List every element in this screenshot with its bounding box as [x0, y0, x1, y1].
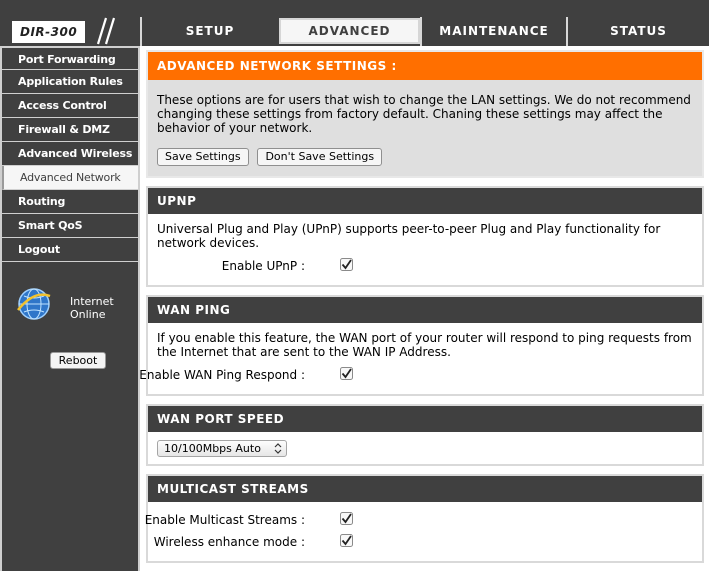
- section-title: UPNP: [148, 188, 702, 214]
- main-content: ADVANCED NETWORK SETTINGS : These option…: [139, 50, 704, 571]
- tab-setup[interactable]: SETUP: [142, 17, 278, 46]
- sidebar: Port Forwarding Application Rules Access…: [0, 46, 140, 571]
- sidebar-item-port-forwarding[interactable]: Port Forwarding: [2, 46, 138, 70]
- enable-wan-ping-checkbox[interactable]: [340, 367, 353, 380]
- section-description: Universal Plug and Play (UPnP) supports …: [157, 222, 661, 250]
- internet-status: Internet Online: [70, 295, 114, 321]
- dont-save-settings-button[interactable]: Don't Save Settings: [257, 148, 383, 166]
- tab-status[interactable]: STATUS: [568, 17, 709, 46]
- upnp-section: UPNP Universal Plug and Play (UPnP) supp…: [146, 186, 704, 287]
- sidebar-item-firewall-dmz[interactable]: Firewall & DMZ: [2, 118, 138, 142]
- section-description: If you enable this feature, the WAN port…: [157, 331, 692, 359]
- sidebar-item-advanced-network[interactable]: Advanced Network: [2, 166, 138, 190]
- panel-title: ADVANCED NETWORK SETTINGS :: [148, 52, 702, 80]
- sidebar-item-smart-qos[interactable]: Smart QoS: [2, 214, 138, 238]
- tab-maintenance[interactable]: MAINTENANCE: [422, 17, 566, 46]
- wan-port-speed-section: WAN PORT SPEED 10/100Mbps Auto: [146, 404, 704, 466]
- top-navigation-bar: DIR-300 SETUP ADVANCED MAINTENANCE STATU…: [0, 0, 709, 46]
- advanced-network-settings-panel: ADVANCED NETWORK SETTINGS : These option…: [146, 50, 704, 178]
- enable-multicast-checkbox[interactable]: [340, 512, 353, 525]
- wireless-enhance-label: Wireless enhance mode :: [153, 535, 305, 549]
- multicast-streams-section: MULTICAST STREAMS Enable Multicast Strea…: [144, 474, 704, 563]
- tab-advanced[interactable]: ADVANCED: [279, 18, 420, 44]
- wireless-enhance-checkbox[interactable]: [340, 534, 353, 547]
- select-value: 10/100Mbps Auto: [164, 442, 261, 455]
- internet-status-label: Internet: [70, 295, 114, 308]
- section-title: WAN PING: [148, 297, 702, 323]
- brand-logo: DIR-300: [10, 17, 128, 46]
- sidebar-item-application-rules[interactable]: Application Rules: [2, 70, 138, 94]
- sidebar-item-advanced-wireless[interactable]: Advanced Wireless: [2, 142, 138, 166]
- section-title: MULTICAST STREAMS: [148, 476, 702, 502]
- wan-ping-section: WAN PING If you enable this feature, the…: [139, 295, 704, 396]
- enable-wan-ping-label: Enable WAN Ping Respond :: [139, 368, 305, 382]
- sidebar-item-access-control[interactable]: Access Control: [2, 94, 138, 118]
- model-name: DIR-300: [12, 21, 85, 43]
- section-title: WAN PORT SPEED: [148, 406, 702, 432]
- enable-multicast-label: Enable Multicast Streams :: [144, 513, 305, 527]
- sidebar-item-logout[interactable]: Logout: [2, 238, 138, 262]
- save-settings-button[interactable]: Save Settings: [157, 148, 249, 166]
- wan-port-speed-select[interactable]: 10/100Mbps Auto: [157, 440, 287, 457]
- internet-globe-icon: [17, 288, 51, 320]
- sidebar-item-routing[interactable]: Routing: [2, 190, 138, 214]
- reboot-button[interactable]: Reboot: [50, 352, 106, 369]
- logo-slashes-icon: [96, 17, 116, 45]
- select-arrows-icon: [274, 443, 282, 454]
- enable-upnp-checkbox[interactable]: [340, 258, 353, 271]
- panel-description: These options are for users that wish to…: [157, 93, 691, 135]
- internet-status-value: Online: [70, 308, 106, 321]
- enable-upnp-label: Enable UPnP :: [221, 259, 305, 273]
